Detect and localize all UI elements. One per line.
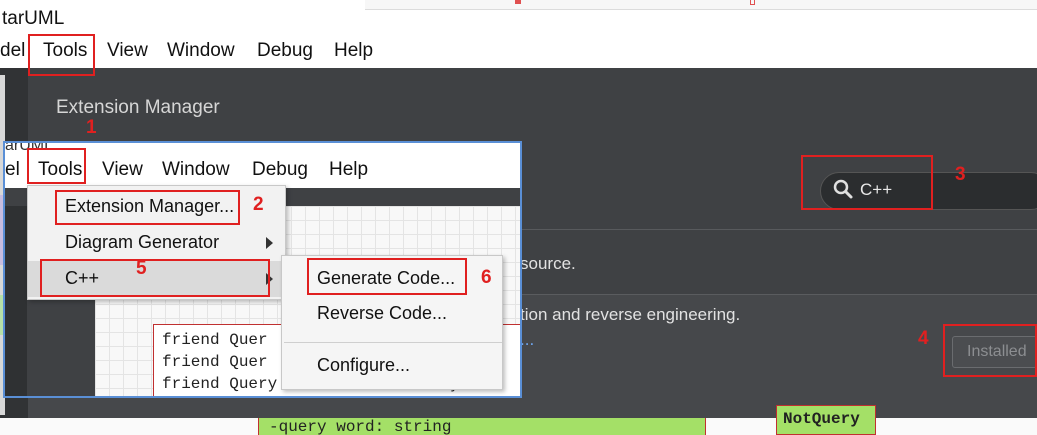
annotation-box-inset-tools (27, 148, 86, 184)
menu-item-diagram-generator[interactable]: Diagram Generator (28, 225, 287, 261)
menu-item-reverse-code[interactable]: Reverse Code... (282, 297, 504, 331)
background-window-strip (365, 0, 1037, 10)
menu-divider (284, 342, 502, 343)
annotation-number: 4 (918, 328, 929, 349)
menu-item-label: Diagram Generator (65, 232, 220, 252)
annotation-number: 2 (253, 194, 264, 215)
annotation-box-installed (943, 324, 1037, 377)
menu-model[interactable]: del (0, 40, 25, 62)
annotation-box-cpp (40, 259, 270, 297)
annotation-number: 5 (136, 258, 147, 279)
annotation-box-tools (28, 34, 95, 76)
menu-item-label: Configure... (317, 355, 411, 375)
annotation-box-search (801, 155, 933, 210)
annotation-box-generate-code (307, 258, 467, 295)
inset-menu-help[interactable]: Help (329, 159, 368, 181)
inset-dark-panel (5, 206, 27, 396)
inset-menu-debug[interactable]: Debug (252, 159, 308, 181)
annotation-number: 1 (86, 117, 97, 138)
code-line: friend Quer (162, 353, 268, 371)
menu-window[interactable]: Window (167, 40, 235, 62)
inset-menu-view[interactable]: View (102, 159, 143, 181)
code-line: friend Quer (162, 331, 268, 349)
app-title: tarUML (2, 8, 65, 29)
menu-view[interactable]: View (107, 40, 148, 62)
extension-description: source. (520, 254, 576, 273)
code-line: friend Query (162, 375, 278, 393)
extension-description: tion and reverse engineering. (520, 305, 741, 324)
menu-item-configure[interactable]: Configure... (282, 349, 504, 383)
inset-menu-window[interactable]: Window (162, 159, 230, 181)
submenu-arrow-icon (266, 237, 273, 249)
annotation-number: 6 (481, 267, 492, 288)
dialog-title: Extension Manager (56, 97, 220, 118)
annotation-number: 3 (955, 164, 966, 185)
uml-class-notquery[interactable]: NotQuery (776, 405, 876, 435)
menu-debug[interactable]: Debug (257, 40, 313, 62)
menu-help[interactable]: Help (334, 40, 373, 62)
red-mark (515, 0, 521, 4)
red-mark (750, 0, 755, 5)
extension-link[interactable]: ... (520, 330, 534, 350)
menu-item-label: Reverse Code... (317, 303, 448, 323)
annotation-box-extension-manager (55, 190, 240, 225)
uml-class-attribute: -query word: string (258, 418, 706, 435)
inset-menu-model[interactable]: el (5, 159, 20, 181)
